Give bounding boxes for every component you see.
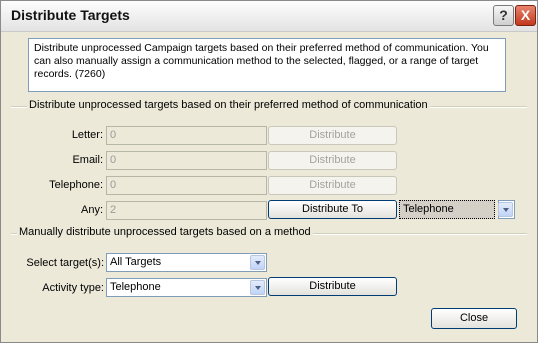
distribute-email-button[interactable]: Distribute [268,151,397,170]
letter-count-field: 0 [106,126,267,145]
email-label: Email: [72,154,103,166]
distribute-letter-button[interactable]: Distribute [268,126,397,145]
select-targets-label: Select target(s): [26,257,104,269]
group2-label: Manually distribute unprocessed targets … [17,226,313,238]
close-window-button[interactable]: X [515,5,536,26]
title-bar[interactable]: Distribute Targets ? X [1,1,537,32]
chevron-down-icon [250,280,265,295]
distribute-method-select[interactable]: Telephone [399,200,495,219]
distribute-method-value: Telephone [403,203,454,215]
help-button[interactable]: ? [493,5,514,26]
letter-label: Letter: [71,129,103,141]
activity-type-dropdown[interactable]: Telephone [106,278,267,297]
distribute-method-dropdown[interactable] [498,200,515,219]
select-targets-dropdown[interactable]: All Targets [106,253,267,272]
telephone-label: Telephone: [49,179,103,191]
activity-type-label: Activity type: [42,282,104,294]
distribute-to-button[interactable]: Distribute To [268,200,397,219]
chevron-down-icon [498,202,513,217]
email-count-field: 0 [106,151,267,170]
close-button[interactable]: Close [431,308,517,329]
telephone-count-field: 0 [106,176,267,195]
dialog-title: Distribute Targets [11,7,130,23]
distribute-targets-dialog: Distribute Targets ? X Distribute unproc… [0,0,538,343]
distribute-telephone-button[interactable]: Distribute [268,176,397,195]
any-count-field: 2 [106,201,267,220]
activity-type-value: Telephone [110,281,161,293]
distribute-activity-button[interactable]: Distribute [268,277,397,296]
select-targets-value: All Targets [110,256,162,268]
any-label: Any: [80,204,103,216]
chevron-down-icon [250,255,265,270]
description-text: Distribute unprocessed Campaign targets … [28,38,506,92]
group1-label: Distribute unprocessed targets based on … [27,99,430,111]
